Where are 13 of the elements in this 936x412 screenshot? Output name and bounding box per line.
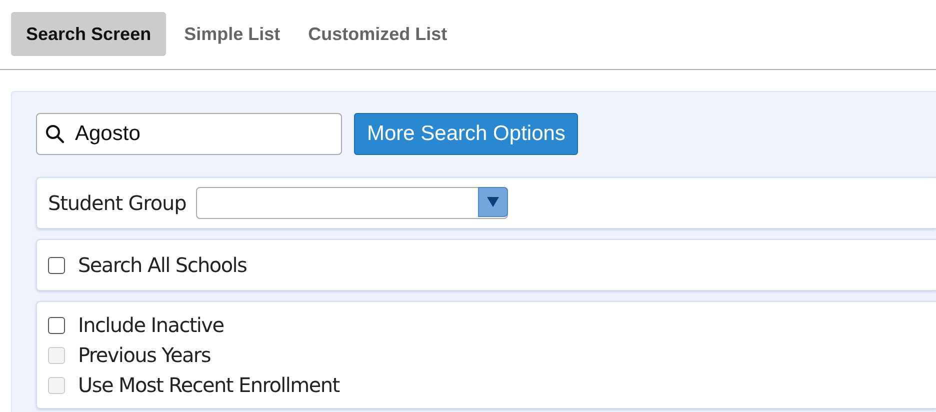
field-label: Student Group (48, 191, 186, 215)
student-group-dropdown[interactable] (196, 187, 508, 219)
checkbox[interactable] (48, 256, 65, 274)
checkbox-label[interactable]: Search All Schools (78, 253, 247, 277)
checkbox-label[interactable]: Include Inactive (78, 313, 224, 337)
more-search-options-button[interactable]: More Search Options (354, 113, 578, 155)
checkbox-label: Previous Years (78, 343, 210, 367)
tab[interactable]: Customized List (298, 12, 458, 56)
tab[interactable]: Simple List (174, 12, 290, 56)
tab[interactable]: Search Screen (11, 12, 166, 56)
checkbox[interactable] (48, 316, 65, 334)
search-field[interactable]: Agosto (36, 113, 342, 155)
checkbox-label: Use Most Recent Enrollment (78, 373, 340, 397)
